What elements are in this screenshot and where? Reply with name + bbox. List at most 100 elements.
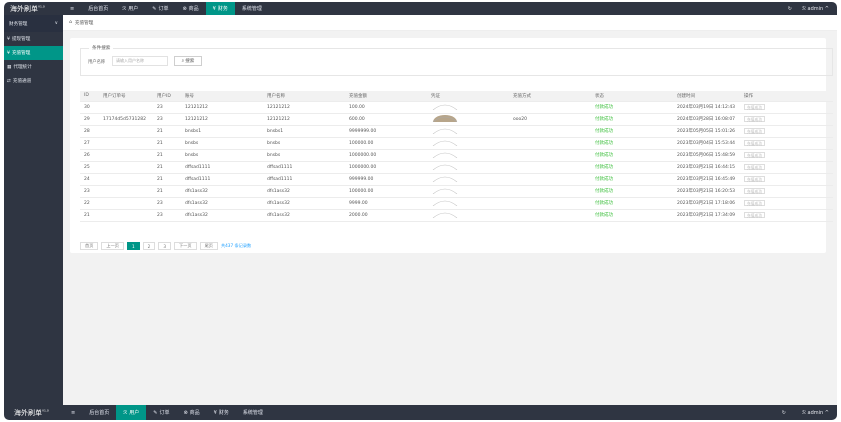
proof-placeholder-icon — [432, 212, 458, 219]
table-cell — [99, 161, 153, 174]
table-cell: bnsbs — [263, 149, 345, 162]
chevron-up-icon: ^ — [824, 5, 829, 12]
tab-recharge[interactable]: 充值管理 — [75, 20, 93, 26]
top-nav-system[interactable]: 系统管理 — [235, 2, 269, 15]
user-icon: ℛ — [801, 409, 806, 416]
search-button-label: 搜索 — [185, 59, 195, 64]
prev-page-button[interactable]: 上一页 — [101, 242, 124, 250]
table-cell — [509, 185, 591, 198]
proof-thumbnail — [427, 101, 509, 114]
sidebar-group-finance[interactable]: 财务管理 ∨ — [4, 15, 63, 32]
next-page-button[interactable]: 下一页 — [173, 242, 197, 250]
sidebar-item-agent-stats[interactable]: ▦ 代理统计 — [4, 60, 63, 74]
table-cell: 23 — [80, 185, 99, 198]
table-cell: 23 — [153, 209, 181, 222]
table-cell — [99, 149, 153, 162]
bottom-nav-orders[interactable]: ✎ 订单 — [146, 405, 176, 420]
proof-placeholder-icon — [432, 176, 458, 183]
table-cell: 21 — [80, 209, 99, 222]
bottom-nav-finance[interactable]: ¥ 财务 — [207, 405, 236, 420]
sidebar-item-label: 充值管理 — [11, 51, 31, 56]
table-cell: 2000.00 — [345, 209, 427, 222]
bottom-nav-orders-label: 订单 — [159, 410, 170, 416]
table-cell: 999999.00 — [345, 173, 427, 186]
row-action-cell: 充值成功 — [740, 185, 833, 198]
table-cell: 600.00 — [345, 113, 427, 126]
top-nav-orders[interactable]: ✎ 订单 — [145, 2, 175, 15]
table-cell — [99, 185, 153, 198]
table-cell: 2023年03月21日 16:20:53 — [673, 185, 740, 198]
recharge-success-button[interactable]: 充值成功 — [744, 103, 765, 110]
user-icon: ℛ — [122, 5, 127, 12]
last-page-button[interactable]: 尾页 — [199, 242, 218, 250]
table-row: 21 23 dfs1ass32 dfs1ass32 2000.00 付款成功 2023年03… — [80, 209, 833, 222]
table-cell — [509, 149, 591, 162]
user-name: admin — [807, 409, 824, 416]
bottom-brand-version: V1.0 — [42, 408, 49, 413]
recharge-success-button[interactable]: 充值成功 — [744, 151, 765, 158]
recharge-success-button[interactable]: 充值成功 — [744, 127, 765, 134]
table-row: 23 21 dfs1ass32 dfs1ass32 100000.00 付款成功 2023年… — [80, 185, 833, 198]
col-amount: 充值金额 — [345, 91, 427, 102]
table-cell: 2023年05月06日 15:48:59 — [673, 149, 740, 162]
top-nav-products-label: 商品 — [188, 6, 199, 12]
bottom-menu-toggle[interactable]: ≡ — [64, 405, 82, 420]
username-input[interactable]: 请输入用户名称 — [112, 56, 168, 66]
recharge-success-button[interactable]: 充值成功 — [744, 211, 765, 218]
table-cell: 12121212 — [263, 101, 345, 114]
bottom-nav-products[interactable]: ⊗ 商品 — [176, 405, 206, 420]
recharge-success-button[interactable]: 充值成功 — [744, 175, 765, 182]
bottom-nav-home[interactable]: 后台首页 — [82, 405, 116, 420]
bottom-nav-users[interactable]: ℛ 用户 — [116, 405, 147, 420]
recharge-success-button[interactable]: 充值成功 — [744, 139, 765, 146]
proof-image-icon — [432, 115, 458, 124]
bottom-nav-system[interactable]: 系统管理 — [236, 405, 270, 420]
proof-placeholder-icon — [432, 140, 458, 147]
table-cell: 2023年03月21日 17:34:09 — [673, 209, 740, 222]
proof-placeholder-icon — [432, 200, 458, 207]
page-button-3[interactable]: 3 — [158, 242, 171, 250]
bottom-nav-users-label: 用户 — [129, 410, 140, 416]
recharge-success-button[interactable]: 充值成功 — [744, 115, 765, 122]
col-id: ID — [80, 91, 99, 102]
table-cell: 22 — [80, 197, 99, 210]
top-nav-users-label: 用户 — [128, 6, 139, 12]
recharge-success-button[interactable]: 充值成功 — [744, 199, 765, 206]
top-nav-home[interactable]: 后台首页 — [81, 2, 115, 15]
proof-thumbnail — [427, 125, 509, 138]
table-cell: 2023年03月21日 17:18:06 — [673, 197, 740, 210]
menu-toggle[interactable]: ≡ — [63, 2, 81, 15]
table-cell — [99, 197, 153, 210]
user-menu[interactable]: ℛ admin ^ — [802, 410, 829, 416]
home-icon[interactable]: ⌂ — [69, 20, 72, 25]
sidebar-item-recharge[interactable]: ¥ 充值管理 — [4, 46, 63, 60]
table-cell: 21 — [153, 125, 181, 138]
recharge-success-button[interactable]: 充值成功 — [744, 163, 765, 170]
status-cell: 付款成功 — [591, 173, 673, 186]
brand-version: V1.0 — [38, 4, 45, 9]
menu-icon: ≡ — [70, 5, 75, 12]
top-nav-finance[interactable]: ¥ 财务 — [205, 2, 235, 15]
table-cell — [509, 197, 591, 210]
col-username: 用户名称 — [263, 91, 345, 102]
page-button-2[interactable]: 2 — [142, 242, 156, 250]
first-page-button[interactable]: 首页 — [80, 242, 99, 250]
top-nav-users[interactable]: ℛ 用户 — [115, 2, 145, 15]
refresh-icon[interactable]: ↻ — [782, 410, 786, 416]
sidebar-item-channel[interactable]: ⇄ 充值通道 — [4, 74, 63, 88]
sidebar-item-withdraw[interactable]: ¥ 提现管理 — [4, 32, 63, 46]
recharge-success-button[interactable]: 充值成功 — [744, 187, 765, 194]
status-cell: 付款成功 — [591, 125, 673, 138]
search-button[interactable]: ⌕ 搜索 — [174, 56, 202, 66]
top-nav-products[interactable]: ⊗ 商品 — [175, 2, 205, 15]
user-menu[interactable]: ℛ admin ^ — [802, 6, 829, 12]
table-cell: 23 — [153, 197, 181, 210]
table-row: 24 21 dffsad1111 dffsad1111 999999.00 付款成功 202… — [80, 173, 833, 186]
table-cell: 17174d5d5731282 — [99, 113, 153, 126]
page-button-1[interactable]: 1 — [126, 242, 140, 250]
screen: 海外刷单V1.0 ≡ 后台首页 ℛ 用户 ✎ 订单 ⊗ 商品 ¥ 财务 系统管理 ↻ ℛ… — [0, 0, 841, 422]
table-cell: 2024年03月19日 14:12:43 — [673, 101, 740, 114]
refresh-icon[interactable]: ↻ — [788, 6, 792, 12]
table-cell — [509, 125, 591, 138]
table-cell: 2024年03月28日 16:08:07 — [673, 113, 740, 126]
